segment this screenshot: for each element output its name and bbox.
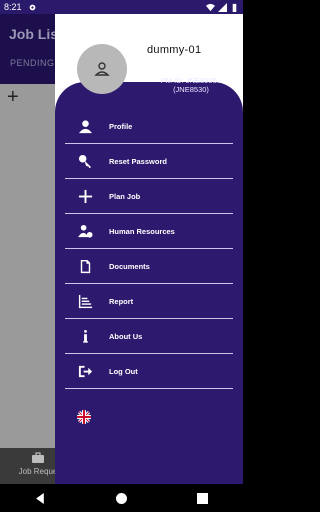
info-icon <box>82 329 88 343</box>
person-outline-icon <box>94 62 110 76</box>
menu-item-label: Profile <box>109 121 133 131</box>
human-resources-icon <box>77 224 93 238</box>
briefcase-icon <box>32 452 44 463</box>
uk-flag-icon <box>77 410 91 424</box>
recents-icon[interactable] <box>197 492 208 504</box>
person-icon <box>78 119 92 133</box>
menu-item-label: Human Resources <box>109 226 175 236</box>
status-bar: 8:21 <box>0 0 243 14</box>
menu-item-label: Documents <box>109 261 150 271</box>
navigation-drawer: dummy-01 PM ID: JNE8530 - (JNE8530) Prof… <box>55 14 243 484</box>
logout-icon <box>78 365 92 377</box>
tab-pending[interactable]: PENDING <box>10 58 55 68</box>
menu-item-label: About Us <box>109 331 143 341</box>
menu-item-plan-job[interactable]: Plan Job <box>65 179 233 214</box>
menu-item-reset-password[interactable]: Reset Password <box>65 144 233 179</box>
key-icon <box>78 154 91 168</box>
system-nav-bar <box>0 484 243 512</box>
status-time: 8:21 <box>4 2 22 12</box>
menu-item-log-out[interactable]: Log Out <box>65 354 233 389</box>
wifi-icon <box>206 3 215 11</box>
menu-item-label: Reset Password <box>109 156 167 166</box>
menu-item-label: Plan Job <box>109 191 141 201</box>
language-flag[interactable] <box>77 410 91 424</box>
menu-item-label: Log Out <box>109 366 138 376</box>
menu-item-documents[interactable]: Documents <box>65 249 233 284</box>
user-name: dummy-01 <box>147 44 202 56</box>
menu-item-profile[interactable]: Profile <box>65 109 233 144</box>
drawer-menu: Profile Reset Password Plan Job Human Re… <box>65 109 233 389</box>
avatar[interactable] <box>77 44 127 94</box>
menu-item-human-resources[interactable]: Human Resources <box>65 214 233 249</box>
report-icon <box>78 294 92 308</box>
menu-item-about-us[interactable]: About Us <box>65 319 233 354</box>
back-icon[interactable] <box>35 492 46 504</box>
menu-item-label: Report <box>109 296 134 306</box>
document-icon <box>80 259 90 273</box>
tab-job-requests-label: Job Reque <box>18 467 58 476</box>
menu-item-report[interactable]: Report <box>65 284 233 319</box>
gear-icon <box>29 4 35 10</box>
plus-icon <box>78 189 92 203</box>
home-icon[interactable] <box>116 492 127 504</box>
signal-icon <box>218 2 227 12</box>
battery-icon <box>232 3 237 12</box>
add-icon[interactable]: + <box>7 86 19 109</box>
pm-id: PM ID: JNE8530 - (JNE8530) <box>160 76 222 94</box>
